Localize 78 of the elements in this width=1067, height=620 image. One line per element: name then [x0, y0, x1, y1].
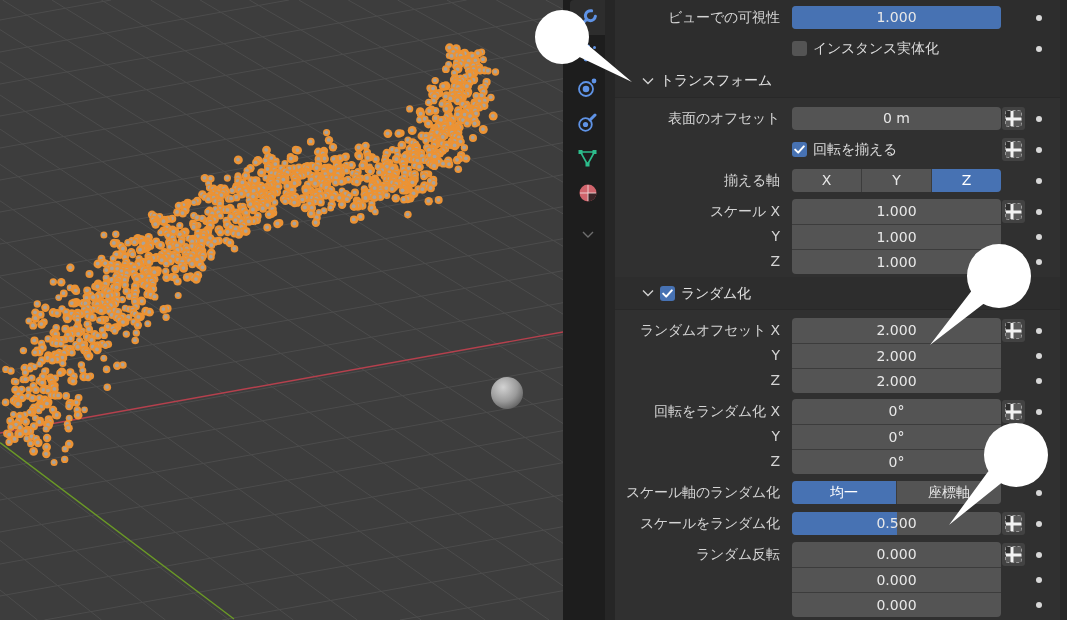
checkbox-label[interactable]: インスタンス実体化: [813, 40, 939, 57]
checkbox[interactable]: [660, 285, 675, 301]
keyframe-dot-icon[interactable]: [1036, 408, 1042, 415]
panel-title[interactable]: ランダム化: [681, 284, 751, 302]
chevron-down-icon[interactable]: [642, 287, 654, 299]
keyframe-dot-icon[interactable]: [1036, 258, 1042, 265]
number-field[interactable]: 1.000: [792, 199, 1001, 224]
number-field[interactable]: 2.000: [792, 343, 1001, 368]
segment-button[interactable]: Z: [932, 169, 1001, 192]
segment-button[interactable]: 均一: [792, 481, 896, 504]
checkmark-icon: [662, 288, 673, 298]
attribute-toggle-button[interactable]: [1002, 319, 1025, 342]
property-label: スケール軸のランダム化: [626, 484, 780, 501]
property-label: ランダム反転: [696, 546, 780, 563]
property-label: Y: [771, 228, 780, 245]
number-field[interactable]: 2.000: [792, 368, 1001, 393]
number-field[interactable]: 0°: [792, 399, 1001, 424]
attribute-toggle-button[interactable]: [1002, 512, 1025, 535]
checkmark-icon: [794, 145, 805, 154]
keyframe-dot-icon[interactable]: [1036, 177, 1042, 184]
number-field[interactable]: 0.000: [792, 542, 1001, 567]
keyframe-dot-icon[interactable]: [1036, 551, 1042, 558]
property-label: Z: [770, 253, 780, 270]
attribute-toggle-button[interactable]: [1002, 107, 1025, 130]
number-field[interactable]: 2.000: [792, 318, 1001, 343]
split-square-icon: [1005, 403, 1022, 420]
keyframe-dot-icon[interactable]: [1036, 520, 1042, 527]
split-square-icon: [1005, 322, 1022, 339]
split-square-icon: [1005, 546, 1022, 563]
keyframe-dot-icon[interactable]: [1036, 45, 1042, 52]
keyframe-dot-icon[interactable]: [1036, 233, 1042, 240]
property-label: ビューでの可視性: [668, 9, 780, 26]
number-field[interactable]: 0°: [792, 424, 1001, 449]
keyframe-dot-icon[interactable]: [1036, 352, 1042, 359]
segment-button[interactable]: Y: [862, 169, 931, 192]
property-label: 表面のオフセット: [668, 110, 780, 127]
number-field[interactable]: 0.000: [792, 592, 1001, 617]
keyframe-dot-icon[interactable]: [1036, 146, 1042, 153]
orbit-icon: [578, 78, 597, 97]
keyframe-dot-icon[interactable]: [1036, 115, 1042, 122]
number-field[interactable]: 0.000: [792, 567, 1001, 592]
property-label: Y: [771, 347, 780, 364]
attribute-toggle-button[interactable]: [1002, 400, 1025, 423]
attribute-toggle-button[interactable]: [1002, 138, 1025, 161]
shaded-sphere-icon: [578, 183, 597, 202]
keyframe-dot-icon[interactable]: [1036, 377, 1042, 384]
split-square-icon: [1005, 141, 1022, 158]
keyframe-dot-icon[interactable]: [1036, 489, 1042, 496]
panel-title[interactable]: トランスフォーム: [660, 72, 772, 89]
split-square-icon: [1005, 203, 1022, 220]
property-label: Z: [770, 372, 780, 389]
sphere-drawing: [491, 377, 523, 409]
triangle-mesh-icon: [578, 148, 597, 167]
link-ring-icon: [578, 113, 597, 132]
slider-field[interactable]: 1.000: [792, 6, 1001, 29]
keyframe-dot-icon[interactable]: [1036, 208, 1042, 215]
keyframe-dot-icon[interactable]: [1036, 601, 1042, 608]
checkbox[interactable]: [792, 142, 807, 157]
segment-button[interactable]: X: [792, 169, 861, 192]
split-square-icon: [1005, 110, 1022, 127]
number-field[interactable]: 0 m: [792, 107, 1001, 130]
number-field[interactable]: 1.000: [792, 224, 1001, 249]
split-square-icon: [1005, 515, 1022, 532]
checkbox-label[interactable]: 回転を揃える: [813, 141, 897, 158]
property-label: 揃える軸: [724, 172, 780, 189]
keyframe-dot-icon[interactable]: [1036, 576, 1042, 583]
property-label: スケール X: [709, 203, 780, 220]
attribute-toggle-button[interactable]: [1002, 543, 1025, 566]
chevron-down-icon: [581, 230, 594, 238]
property-label: 回転をランダム化 X: [653, 403, 780, 420]
property-label: ランダムオフセット X: [639, 322, 780, 339]
property-label: Z: [770, 453, 780, 470]
keyframe-dot-icon[interactable]: [1036, 14, 1042, 21]
property-label: Y: [771, 428, 780, 445]
keyframe-dot-icon[interactable]: [1036, 327, 1042, 334]
attribute-toggle-button[interactable]: [1002, 200, 1025, 223]
checkbox[interactable]: [792, 41, 807, 56]
property-label: スケールをランダム化: [640, 515, 780, 532]
